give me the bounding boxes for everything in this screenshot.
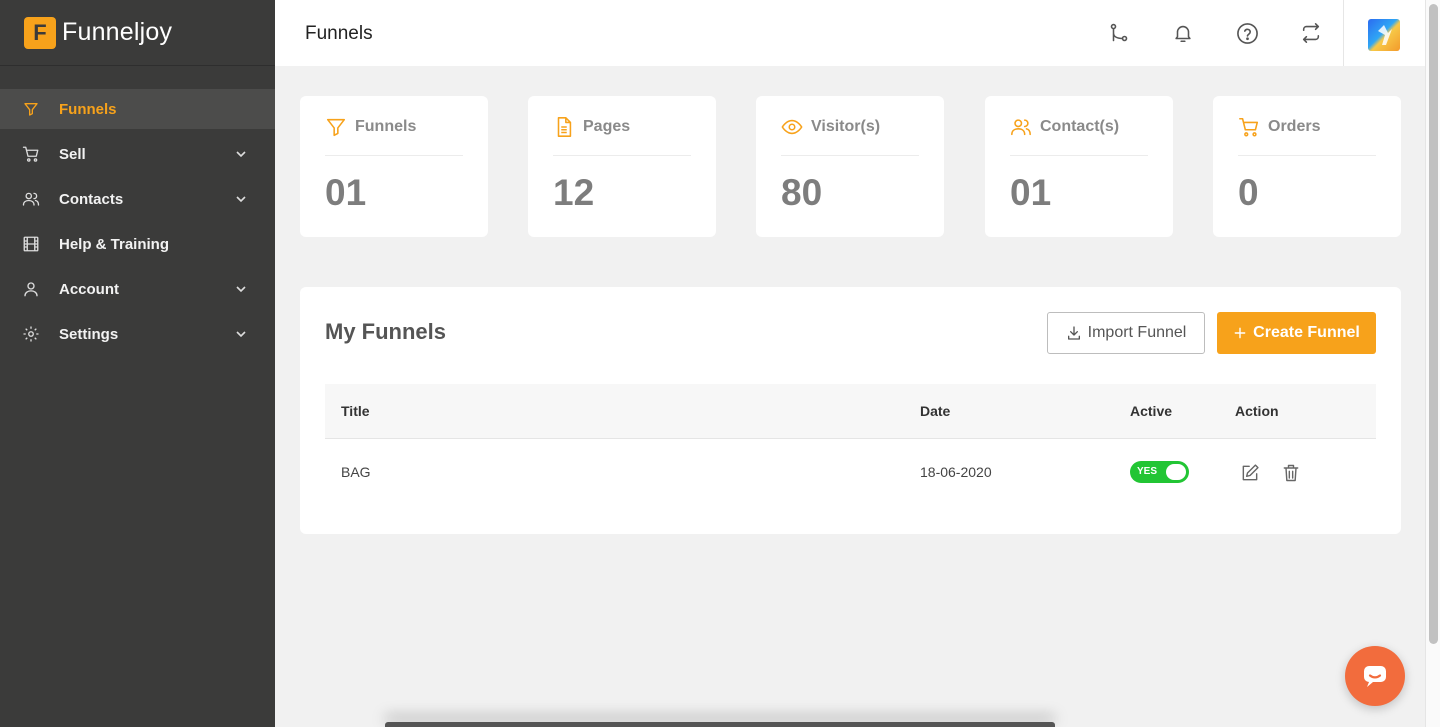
sidebar: F Funneljoy Funnels Sell Contacts Help &…	[0, 0, 275, 727]
stat-label: Contact(s)	[1040, 118, 1120, 135]
sidebar-item-label: Help & Training	[59, 235, 170, 253]
toggle-label: YES	[1137, 466, 1158, 477]
column-header-action: Action	[1235, 403, 1279, 419]
funnels-table: Title Date Active Action BAG 18-06-2020 …	[325, 384, 1376, 503]
create-funnel-button[interactable]: Create Funnel	[1217, 312, 1376, 354]
scrollbar-thumb[interactable]	[1429, 4, 1438, 644]
sidebar-item-contacts[interactable]: Contacts	[0, 179, 275, 219]
stat-card-header: Orders	[1238, 116, 1376, 156]
filter-icon	[326, 118, 346, 137]
brand-name: Funneljoy	[62, 18, 173, 46]
stat-card-header: Visitor(s)	[781, 116, 919, 156]
stat-label: Funnels	[355, 118, 417, 135]
filter-icon	[22, 100, 40, 118]
chevron-down-icon	[236, 331, 246, 338]
cart-icon	[1239, 117, 1259, 137]
brand[interactable]: F Funneljoy	[0, 0, 275, 66]
sidebar-item-settings[interactable]: Settings	[0, 314, 275, 354]
chevron-down-icon	[236, 151, 246, 158]
stat-card-header: Funnels	[325, 116, 463, 156]
funnel-title[interactable]: BAG	[341, 464, 371, 480]
stat-value: 80	[781, 172, 823, 213]
stat-card-orders: Orders 0	[1213, 96, 1401, 237]
avatar[interactable]	[1368, 19, 1400, 51]
bell-icon[interactable]	[1171, 21, 1195, 45]
sidebar-item-label: Account	[59, 280, 119, 298]
column-header-active[interactable]: Active	[1130, 403, 1172, 419]
active-toggle[interactable]: YES	[1130, 461, 1189, 483]
column-header-date[interactable]: Date	[920, 403, 950, 419]
film-icon	[22, 235, 40, 253]
brand-logo: F	[24, 16, 56, 49]
sidebar-nav: Funnels Sell Contacts Help & Training Ac…	[0, 89, 275, 354]
stat-label: Orders	[1268, 118, 1321, 135]
help-circle-icon[interactable]	[1235, 21, 1259, 45]
users-icon	[22, 190, 40, 208]
panel-title: My Funnels	[325, 319, 447, 344]
stat-card-contacts: Contact(s) 01	[985, 96, 1173, 237]
sidebar-item-funnels[interactable]: Funnels	[0, 89, 275, 129]
document-icon	[557, 117, 572, 137]
import-funnel-label: Import Funnel	[1087, 324, 1187, 341]
sidebar-item-label: Sell	[59, 145, 86, 163]
stat-value: 01	[1010, 172, 1052, 213]
branch-icon[interactable]	[1107, 21, 1131, 45]
topbar: Funnels	[275, 0, 1425, 66]
gear-icon	[22, 325, 40, 343]
column-header-title[interactable]: Title	[341, 403, 370, 419]
avatar-figure-icon	[1378, 25, 1392, 45]
stat-value: 01	[325, 172, 367, 213]
stat-card-header: Contact(s)	[1010, 116, 1148, 156]
sidebar-item-account[interactable]: Account	[0, 269, 275, 309]
table-header: Title Date Active Action	[325, 384, 1376, 439]
stat-value: 0	[1238, 172, 1259, 213]
bottom-overlay-edge	[385, 722, 1055, 727]
sidebar-item-help-training[interactable]: Help & Training	[0, 224, 275, 264]
chevron-down-icon	[236, 196, 246, 203]
edit-icon[interactable]	[1239, 462, 1261, 484]
sidebar-item-label: Contacts	[59, 190, 124, 208]
sidebar-item-label: Settings	[59, 325, 119, 343]
eye-icon	[781, 119, 803, 135]
page-scrollbar[interactable]	[1425, 0, 1440, 727]
stat-value: 12	[553, 172, 595, 213]
sidebar-item-label: Funnels	[59, 100, 117, 118]
cart-icon	[22, 145, 40, 163]
download-icon	[1066, 325, 1082, 341]
chevron-down-icon	[236, 286, 246, 293]
stat-card-header: Pages	[553, 116, 691, 156]
chat-widget-button[interactable]	[1345, 646, 1405, 706]
stat-label: Visitor(s)	[811, 118, 881, 135]
plus-icon	[1233, 326, 1247, 340]
switch-icon[interactable]	[1299, 21, 1323, 45]
toggle-knob	[1166, 464, 1186, 480]
users-icon	[1011, 119, 1031, 136]
trash-icon[interactable]	[1280, 462, 1302, 484]
stat-label: Pages	[583, 118, 631, 135]
page-title: Funnels	[305, 23, 373, 44]
funnel-date: 18-06-2020	[920, 464, 992, 480]
create-funnel-label: Create Funnel	[1253, 324, 1360, 341]
stat-card-funnels: Funnels 01	[300, 96, 488, 237]
table-row: BAG 18-06-2020 YES	[325, 439, 1376, 503]
import-funnel-button[interactable]: Import Funnel	[1047, 312, 1205, 354]
stat-card-visitors: Visitor(s) 80	[756, 96, 944, 237]
sidebar-item-sell[interactable]: Sell	[0, 134, 275, 174]
chat-icon	[1364, 666, 1386, 687]
user-icon	[22, 280, 40, 298]
my-funnels-panel: My Funnels Import Funnel Create Funnel T…	[300, 287, 1401, 534]
topbar-divider	[1343, 0, 1344, 66]
stat-card-pages: Pages 12	[528, 96, 716, 237]
